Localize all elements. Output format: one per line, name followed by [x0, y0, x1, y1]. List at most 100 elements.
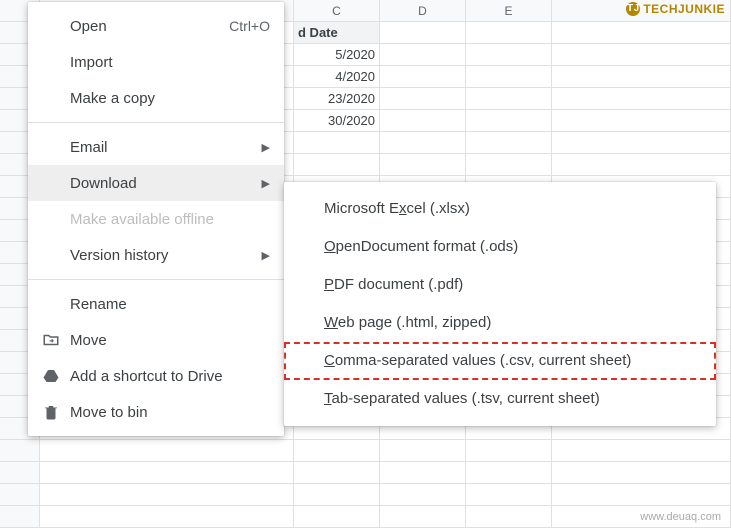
menu-shortcut-label: Add a shortcut to Drive	[70, 368, 270, 385]
cell[interactable]	[380, 484, 466, 505]
cell-f5[interactable]	[552, 110, 731, 131]
cell[interactable]	[466, 462, 552, 483]
cell-d5[interactable]	[380, 110, 466, 131]
cell-c5[interactable]: 30/2020	[294, 110, 380, 131]
cell[interactable]	[552, 484, 731, 505]
col-header-d[interactable]: D	[380, 0, 466, 21]
menu-separator	[28, 279, 284, 280]
row-head[interactable]	[0, 484, 40, 505]
cell-d3[interactable]	[380, 66, 466, 87]
submenu-web[interactable]: Web page (.html, zipped)	[284, 304, 716, 342]
cell[interactable]	[466, 132, 552, 153]
cell-f2[interactable]	[552, 44, 731, 65]
submenu-csv-post: omma-separated values (.csv, current she…	[335, 352, 632, 369]
menu-import-label: Import	[70, 54, 270, 71]
submenu-pdf-post: DF document (.pdf)	[334, 276, 463, 293]
techjunkie-text: TECHJUNKIE	[643, 2, 725, 16]
cell-e3[interactable]	[466, 66, 552, 87]
cell[interactable]	[40, 506, 294, 527]
cell[interactable]	[552, 132, 731, 153]
menu-separator	[28, 122, 284, 123]
cell[interactable]	[294, 462, 380, 483]
menu-email-label: Email	[70, 139, 262, 156]
menu-bin-label: Move to bin	[70, 404, 270, 421]
empty-row	[0, 506, 731, 528]
menu-move-to-bin[interactable]: Move to bin	[28, 394, 284, 430]
menu-history-label: Version history	[70, 247, 262, 264]
cell-e1[interactable]	[466, 22, 552, 43]
menu-email[interactable]: Email ▶	[28, 129, 284, 165]
cell[interactable]	[552, 154, 731, 175]
cell[interactable]	[380, 440, 466, 461]
col-header-e[interactable]: E	[466, 0, 552, 21]
cell-e4[interactable]	[466, 88, 552, 109]
chevron-right-icon: ▶	[262, 177, 270, 190]
cell[interactable]	[380, 462, 466, 483]
menu-rename-label: Rename	[70, 296, 270, 313]
cell[interactable]	[466, 154, 552, 175]
submenu-pdf[interactable]: PDF document (.pdf)	[284, 266, 716, 304]
trash-icon	[42, 403, 70, 421]
menu-make-copy[interactable]: Make a copy	[28, 80, 284, 116]
empty-row	[0, 484, 731, 506]
cell[interactable]	[466, 440, 552, 461]
menu-rename[interactable]: Rename	[28, 286, 284, 322]
cell-e2[interactable]	[466, 44, 552, 65]
submenu-xlsx-u: x	[399, 200, 407, 217]
cell[interactable]	[40, 462, 294, 483]
menu-download[interactable]: Download ▶	[28, 165, 284, 201]
cell-f3[interactable]	[552, 66, 731, 87]
menu-offline-label: Make available offline	[70, 211, 270, 228]
menu-version-history[interactable]: Version history ▶	[28, 237, 284, 273]
cell-d1[interactable]	[380, 22, 466, 43]
row-head[interactable]	[0, 462, 40, 483]
cell[interactable]	[380, 154, 466, 175]
cell[interactable]	[40, 440, 294, 461]
menu-move-label: Move	[70, 332, 270, 349]
cell[interactable]	[294, 440, 380, 461]
cell[interactable]	[552, 462, 731, 483]
cell[interactable]	[294, 506, 380, 527]
cell-f4[interactable]	[552, 88, 731, 109]
cell[interactable]	[466, 506, 552, 527]
cell[interactable]	[552, 440, 731, 461]
submenu-ods-u: O	[324, 238, 336, 255]
menu-move[interactable]: Move	[28, 322, 284, 358]
cell-c3[interactable]: 4/2020	[294, 66, 380, 87]
cell-f1[interactable]	[552, 22, 731, 43]
cell-c2[interactable]: 5/2020	[294, 44, 380, 65]
menu-open-label: Open	[70, 18, 229, 35]
submenu-xlsx-post: cel (.xlsx)	[407, 200, 470, 217]
cell[interactable]	[294, 132, 380, 153]
submenu-ods[interactable]: OpenDocument format (.ods)	[284, 228, 716, 266]
cell[interactable]	[380, 506, 466, 527]
cell-e5[interactable]	[466, 110, 552, 131]
submenu-ods-post: penDocument format (.ods)	[336, 238, 519, 255]
empty-row	[0, 440, 731, 462]
submenu-tsv-u: T	[324, 390, 332, 407]
cell[interactable]	[380, 132, 466, 153]
cell-c4[interactable]: 23/2020	[294, 88, 380, 109]
menu-download-label: Download	[70, 175, 262, 192]
menu-add-shortcut[interactable]: Add a shortcut to Drive	[28, 358, 284, 394]
cell-d4[interactable]	[380, 88, 466, 109]
download-submenu: Microsoft Excel (.xlsx) OpenDocument for…	[284, 182, 716, 426]
cell[interactable]	[294, 484, 380, 505]
submenu-xlsx-pre: Microsoft E	[324, 200, 399, 217]
menu-import[interactable]: Import	[28, 44, 284, 80]
deuaq-watermark: www.deuaq.com	[640, 511, 721, 523]
cell[interactable]	[40, 484, 294, 505]
row-head[interactable]	[0, 506, 40, 527]
menu-open-shortcut: Ctrl+O	[229, 18, 270, 34]
submenu-csv[interactable]: Comma-separated values (.csv, current sh…	[284, 342, 716, 380]
submenu-web-post: eb page (.html, zipped)	[338, 314, 491, 331]
menu-open[interactable]: Open Ctrl+O	[28, 8, 284, 44]
submenu-xlsx[interactable]: Microsoft Excel (.xlsx)	[284, 190, 716, 228]
cell-d2[interactable]	[380, 44, 466, 65]
cell-c1-header[interactable]: d Date	[294, 22, 380, 43]
row-head[interactable]	[0, 440, 40, 461]
cell[interactable]	[294, 154, 380, 175]
submenu-tsv[interactable]: Tab-separated values (.tsv, current shee…	[284, 380, 716, 418]
cell[interactable]	[466, 484, 552, 505]
col-header-c[interactable]: C	[294, 0, 380, 21]
